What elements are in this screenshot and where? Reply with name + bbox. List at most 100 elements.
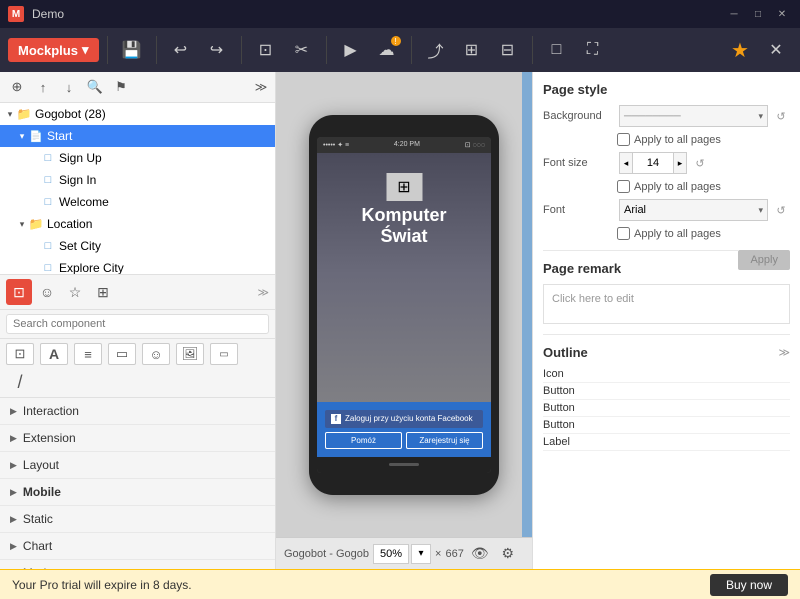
signup-page-icon: □ bbox=[40, 150, 56, 166]
outline-item-0-label: Icon bbox=[543, 368, 564, 380]
tree-item-start-label: Start bbox=[47, 129, 72, 143]
tree-item-welcome-label: Welcome bbox=[59, 195, 109, 209]
background-apply-checkbox-group: Apply to all pages bbox=[617, 133, 721, 146]
cat-layout-header[interactable]: ▶ Layout bbox=[0, 452, 275, 478]
font-size-value[interactable]: 14 bbox=[633, 152, 673, 174]
comp-icon-image[interactable]: 🖼 bbox=[176, 343, 204, 365]
buy-now-button[interactable]: Buy now bbox=[710, 574, 788, 596]
tree-root-label: Gogobot (28) bbox=[35, 107, 106, 121]
apply-button[interactable]: Apply bbox=[738, 250, 790, 270]
explorecity-page-icon: □ bbox=[40, 260, 56, 275]
component-toolbar: ⊡ ☺ ☆ ⊞ ≫ bbox=[0, 275, 275, 310]
tree-item-signup[interactable]: □ Sign Up bbox=[0, 147, 275, 169]
cat-extension-header[interactable]: ▶ Extension bbox=[0, 425, 275, 451]
canvas-preview-btn[interactable]: 👁 bbox=[468, 542, 492, 566]
tree-up-btn[interactable]: ↑ bbox=[32, 76, 54, 98]
font-reset-btn[interactable]: ↺ bbox=[772, 201, 790, 219]
background-apply-row: Apply to all pages bbox=[543, 133, 790, 146]
tree-new-folder-btn[interactable]: ⊕ bbox=[6, 76, 28, 98]
tree-item-signin[interactable]: □ Sign In bbox=[0, 169, 275, 191]
comp-icon-emoji[interactable]: ☺ bbox=[142, 343, 170, 365]
window-controls: ─ □ ✕ bbox=[724, 6, 792, 22]
comp-icon-rectangle[interactable]: ▭ bbox=[108, 343, 136, 365]
play-button[interactable]: ▶ bbox=[335, 34, 367, 66]
comp-tab-favorites[interactable]: ☆ bbox=[62, 279, 88, 305]
comp-icon-textblock[interactable]: ≡ bbox=[74, 343, 102, 365]
extend-button[interactable]: ⊟ bbox=[492, 34, 524, 66]
background-apply-checkbox[interactable] bbox=[617, 133, 630, 146]
zoom-dropdown-btn[interactable]: ▾ bbox=[411, 544, 431, 564]
canvas-settings-btn[interactable]: ⚙ bbox=[496, 542, 520, 566]
cat-markup-header[interactable]: ▶ Markup bbox=[0, 560, 275, 569]
background-reset-btn[interactable]: ↺ bbox=[772, 107, 790, 125]
comp-icon-line[interactable]: / bbox=[6, 371, 34, 393]
canvas-right-indicator bbox=[522, 72, 532, 537]
tree-search-btn[interactable]: 🔍 bbox=[84, 76, 106, 98]
font-dropdown[interactable]: Arial ▾ bbox=[619, 199, 768, 221]
font-size-apply-checkbox[interactable] bbox=[617, 180, 630, 193]
phone-status-bar: ••••• ✦ ≡ 4:20 PM ⊡ ◌◌◌ bbox=[317, 137, 491, 153]
tree-item-location[interactable]: ▾ 📁 Location bbox=[0, 213, 275, 235]
outline-item-0[interactable]: Icon bbox=[543, 366, 790, 383]
font-size-reset-btn[interactable]: ↺ bbox=[691, 154, 709, 172]
toolbar-separator-5 bbox=[411, 36, 412, 64]
share-button[interactable]: ⤴ bbox=[420, 34, 452, 66]
zoom-input[interactable] bbox=[373, 544, 409, 564]
phone-home-area bbox=[317, 457, 491, 473]
page-remark-box[interactable]: Click here to edit bbox=[543, 284, 790, 324]
comp-icon-input[interactable]: ▭ bbox=[210, 343, 238, 365]
phone-login-btn[interactable]: Pomóż bbox=[325, 432, 402, 449]
cat-chart-label: Chart bbox=[23, 539, 52, 553]
font-size-decrement-btn[interactable]: ◂ bbox=[619, 152, 633, 174]
phone-facebook-login-btn[interactable]: f Zaloguj przy użyciu konta Facebook bbox=[325, 410, 483, 428]
comp-icon-widget[interactable]: ⊡ bbox=[6, 343, 34, 365]
monitor-button[interactable]: □ bbox=[541, 34, 573, 66]
fullscreen-button[interactable]: ⛶ bbox=[577, 34, 609, 66]
frame-button[interactable]: ⊡ bbox=[250, 34, 282, 66]
tree-filter-btn[interactable]: ⚑ bbox=[110, 76, 132, 98]
font-apply-checkbox[interactable] bbox=[617, 227, 630, 240]
cat-interaction-header[interactable]: ▶ Interaction bbox=[0, 398, 275, 424]
cat-chart: ▶ Chart bbox=[0, 533, 275, 560]
close-button[interactable]: ✕ bbox=[772, 6, 792, 22]
outline-item-4[interactable]: Label bbox=[543, 434, 790, 451]
cat-markup: ▶ Markup bbox=[0, 560, 275, 569]
tree-root[interactable]: ▾ 📁 Gogobot (28) bbox=[0, 103, 275, 125]
save-button[interactable]: 💾 bbox=[116, 34, 148, 66]
comp-icon-text[interactable]: A bbox=[40, 343, 68, 365]
comp-collapse-btn[interactable]: ≫ bbox=[257, 286, 269, 299]
comp-tab-emoji[interactable]: ☺ bbox=[34, 279, 60, 305]
star-button[interactable]: ★ bbox=[724, 34, 756, 66]
undo-button[interactable]: ↩ bbox=[165, 34, 197, 66]
comp-tab-table[interactable]: ⊞ bbox=[90, 279, 116, 305]
toolbar-close-button[interactable]: ✕ bbox=[760, 34, 792, 66]
outline-item-2[interactable]: Button bbox=[543, 400, 790, 417]
maximize-button[interactable]: □ bbox=[748, 6, 768, 22]
minimize-button[interactable]: ─ bbox=[724, 6, 744, 22]
setcity-page-icon: □ bbox=[40, 238, 56, 254]
grid-button[interactable]: ⊞ bbox=[456, 34, 488, 66]
cat-mobile-header[interactable]: ▶ Mobile bbox=[0, 479, 275, 505]
signin-page-icon: □ bbox=[40, 172, 56, 188]
crop-button[interactable]: ✂ bbox=[286, 34, 318, 66]
phone-register-btn[interactable]: Zarejestruj się bbox=[406, 432, 483, 449]
outline-collapse-btn[interactable]: ≫ bbox=[778, 346, 790, 359]
tree-item-welcome[interactable]: □ Welcome bbox=[0, 191, 275, 213]
background-dropdown[interactable]: ──────── ▾ bbox=[619, 105, 768, 127]
tree-item-explorecity[interactable]: □ Explore City bbox=[0, 257, 275, 275]
redo-button[interactable]: ↪ bbox=[201, 34, 233, 66]
tree-item-setcity[interactable]: □ Set City bbox=[0, 235, 275, 257]
outline-item-3[interactable]: Button bbox=[543, 417, 790, 434]
cat-chart-header[interactable]: ▶ Chart bbox=[0, 533, 275, 559]
cat-static-header[interactable]: ▶ Static bbox=[0, 506, 275, 532]
phone-action-buttons: Pomóż Zarejestruj się bbox=[325, 432, 483, 449]
tree-item-start[interactable]: ▾ 📄 Start bbox=[0, 125, 275, 147]
tree-collapse-btn[interactable]: ≫ bbox=[253, 76, 269, 98]
tree-down-btn[interactable]: ↓ bbox=[58, 76, 80, 98]
brand-button[interactable]: Mockplus ▾ bbox=[8, 38, 99, 62]
cloud-button[interactable]: ☁ ! bbox=[371, 34, 403, 66]
comp-tab-components[interactable]: ⊡ bbox=[6, 279, 32, 305]
font-size-increment-btn[interactable]: ▸ bbox=[673, 152, 687, 174]
search-input[interactable] bbox=[6, 314, 269, 334]
outline-item-1[interactable]: Button bbox=[543, 383, 790, 400]
